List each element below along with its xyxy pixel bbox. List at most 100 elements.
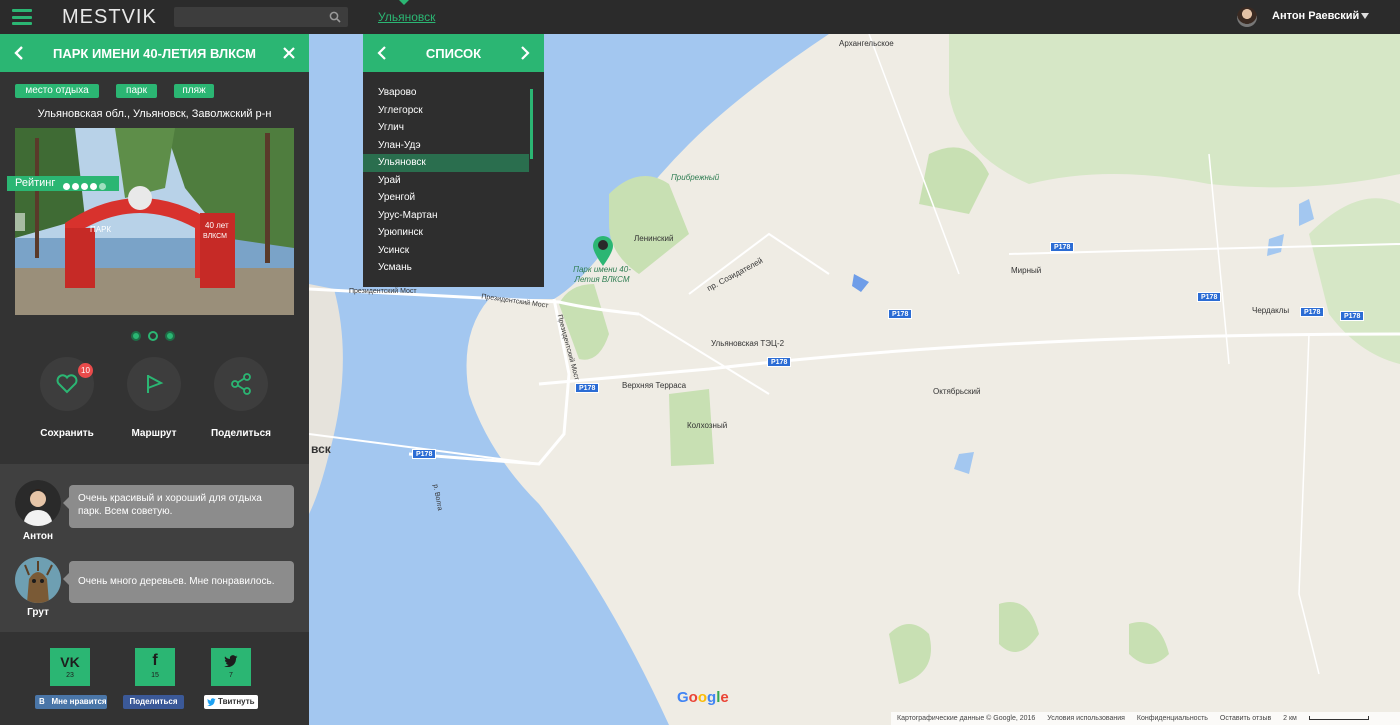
menu-icon[interactable] <box>12 9 32 25</box>
google-logo-letter: e <box>720 689 729 706</box>
city-list-title: СПИСОК <box>425 46 482 61</box>
map-label: Колхозный <box>687 421 728 430</box>
city-list-item[interactable]: Улан-Удэ <box>363 137 529 155</box>
vk-small-icon: В <box>39 697 45 706</box>
google-logo-letter: o <box>688 689 698 706</box>
city-list-item[interactable]: Ульяновск <box>363 154 529 172</box>
map-label: Прибрежный <box>671 173 720 182</box>
road-badge: Р178 <box>412 449 437 459</box>
photo-text: ВЛКСМ <box>203 233 227 240</box>
chevron-down-icon[interactable] <box>1361 13 1369 19</box>
share-button[interactable] <box>214 357 268 411</box>
google-logo: Google <box>677 689 729 706</box>
twitter-icon <box>224 655 238 667</box>
social-share: VK 23 f 15 7 В Мне нравится Поделиться Тви… <box>0 632 309 725</box>
rating-dot <box>63 183 70 190</box>
google-logo-letter: G <box>677 689 689 706</box>
rating-stars <box>63 180 108 195</box>
place-address: Ульяновская обл., Ульяновск, Заволжский … <box>37 108 272 120</box>
photo-text: ПАРК <box>90 225 111 234</box>
panel-header: ПАРК ИМЕНИ 40-ЛЕТИЯ ВЛКСМ <box>0 34 309 72</box>
tweet-button[interactable]: Твитнуть <box>204 695 258 709</box>
map-marker-label: Парк имени 40-Летия ВЛКСМ <box>573 265 631 284</box>
privacy-link[interactable]: Конфиденциальность <box>1137 715 1208 722</box>
facebook-counter[interactable]: f 15 <box>135 648 175 686</box>
rating-dot <box>72 183 79 190</box>
list-scrollbar[interactable] <box>530 89 533 159</box>
logo[interactable]: MESTOVIK <box>62 6 361 229</box>
vk-like-button[interactable]: В Мне нравится <box>35 695 107 709</box>
chevron-right-icon[interactable] <box>520 46 530 60</box>
save-label[interactable]: Сохранить <box>27 428 107 439</box>
feedback-link[interactable]: Оставить отзыв <box>1220 715 1271 722</box>
road-badge: Р178 <box>1340 311 1365 321</box>
city-list-item[interactable]: Урай <box>363 172 529 190</box>
city-list-item[interactable]: Усинск <box>363 242 529 260</box>
road-badge: Р178 <box>1300 307 1325 317</box>
map-label: Ульяновская ТЭЦ-2 <box>711 339 785 348</box>
map-label: Ленинский <box>634 234 674 243</box>
city-list-item[interactable]: Урюпинск <box>363 224 529 242</box>
place-title: ПАРК ИМЕНИ 40-ЛЕТИЯ ВЛКСМ <box>53 46 256 61</box>
comment-avatar[interactable] <box>15 557 61 603</box>
map-marker-icon[interactable] <box>592 235 614 267</box>
user-avatar[interactable] <box>1237 7 1257 27</box>
tag[interactable]: парк <box>116 84 157 98</box>
heart-icon <box>56 374 78 394</box>
map-attribution: Картографические данные © Google, 2016 У… <box>891 712 1400 725</box>
route-label[interactable]: Маршрут <box>114 428 194 439</box>
terms-link[interactable]: Условия использования <box>1047 715 1125 722</box>
city-tab[interactable]: Ульяновск <box>378 10 435 24</box>
photo-text: 40 лет <box>205 221 229 230</box>
flag-icon <box>147 375 164 393</box>
city-list-header: СПИСОК <box>363 34 544 72</box>
facebook-share-button[interactable]: Поделиться <box>123 695 184 709</box>
rating-label: Рейтинг <box>15 177 56 189</box>
save-button[interactable]: 10 <box>40 357 94 411</box>
city-list-item[interactable]: Углегорск <box>363 102 529 120</box>
place-photo[interactable]: ПАРК 40 лет ВЛКСМ <box>15 128 294 315</box>
map-scale: 2 км <box>1283 715 1297 722</box>
comments-section: Антон Очень красивый и хороший для отдых… <box>0 464 309 632</box>
save-count-badge: 10 <box>78 363 93 378</box>
gallery-dot[interactable] <box>131 331 141 341</box>
twitter-counter[interactable]: 7 <box>211 648 251 686</box>
gallery-dot[interactable] <box>165 331 175 341</box>
city-list-item[interactable]: Уренгой <box>363 189 529 207</box>
comment-text: Очень красивый и хороший для отдыха парк… <box>63 485 294 528</box>
city-list-item[interactable]: Углич <box>363 119 529 137</box>
city-list-item[interactable]: Усмань <box>363 259 529 277</box>
map-copyright: Картографические данные © Google, 2016 <box>897 715 1036 722</box>
road-badge: Р178 <box>1197 292 1222 302</box>
comment-avatar[interactable] <box>15 480 61 526</box>
map-label: Верхняя Терраса <box>622 381 687 390</box>
comment-author[interactable]: Грут <box>15 607 61 618</box>
city-list-item[interactable]: Урус-Мартан <box>363 207 529 225</box>
vk-counter[interactable]: VK 23 <box>50 648 90 686</box>
road-badge: Р178 <box>888 309 913 319</box>
search-icon[interactable] <box>329 11 341 23</box>
search-input[interactable] <box>174 7 348 27</box>
tag[interactable]: место отдыха <box>15 84 99 98</box>
road-badge: Р178 <box>1050 242 1075 252</box>
scale-bar <box>1308 716 1369 721</box>
city-list: Уварово Углегорск Углич Улан-Удэ Ульяновск Ур… <box>363 84 529 277</box>
comment-author[interactable]: Антон <box>15 531 61 542</box>
tag[interactable]: пляж <box>174 84 214 98</box>
route-button[interactable] <box>127 357 181 411</box>
user-name[interactable]: Антон Раевский <box>1272 10 1359 22</box>
share-label[interactable]: Поделиться <box>201 428 281 439</box>
map-label: Чердаклы <box>1252 306 1290 315</box>
photo-prev-button[interactable] <box>15 213 25 231</box>
map-label: Мирный <box>1011 266 1042 275</box>
active-tab-indicator <box>399 0 409 5</box>
close-icon[interactable] <box>282 46 296 60</box>
twitter-count: 7 <box>229 672 233 679</box>
map-label: Октябрьский <box>933 387 981 396</box>
rating-badge: Рейтинг <box>7 176 119 191</box>
gallery-dot[interactable] <box>148 331 158 341</box>
map-label: Президентский Мост <box>349 288 417 295</box>
google-logo-letter: o <box>697 689 708 706</box>
city-list-item[interactable]: Уварово <box>363 84 529 102</box>
road-badge: Р178 <box>575 383 600 393</box>
